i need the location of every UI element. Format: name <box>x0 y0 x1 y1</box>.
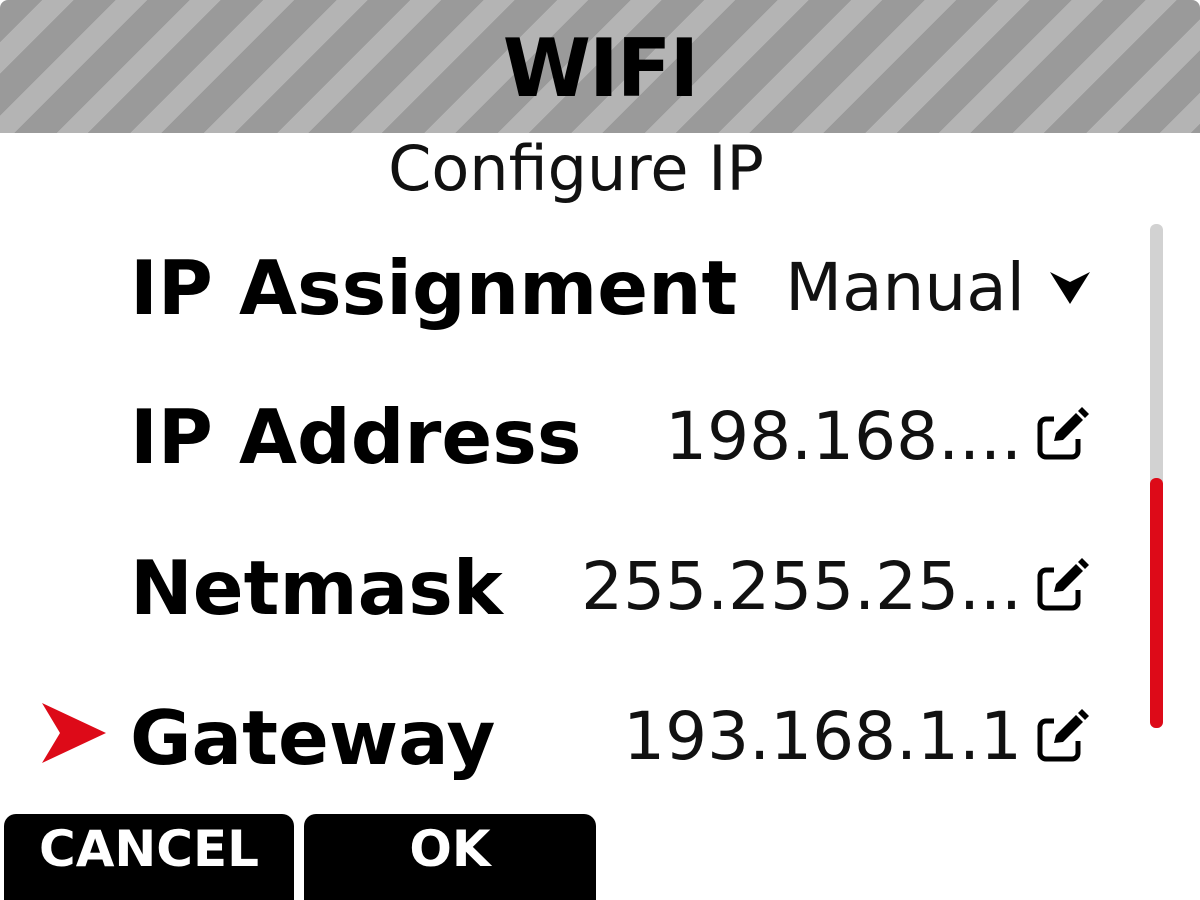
selection-pointer-icon <box>42 703 106 763</box>
wifi-configure-ip-screen: WIFI Configure IP IP Assignment Manual I… <box>0 0 1200 900</box>
gateway-value: 193.168.1.1 <box>623 698 1022 775</box>
edit-icon[interactable] <box>1036 407 1090 461</box>
page-title: WIFI <box>502 21 699 115</box>
chevron-down-icon[interactable] <box>1048 268 1092 306</box>
scrollbar-thumb[interactable] <box>1150 478 1163 728</box>
scrollbar-track[interactable] <box>1150 224 1163 728</box>
ip-address-value: 198.168.... <box>665 398 1022 475</box>
ip-address-row[interactable]: IP Address 198.168.... <box>0 373 1110 493</box>
ip-address-label: IP Address <box>130 393 582 481</box>
ip-assignment-value[interactable]: Manual <box>785 255 1025 321</box>
netmask-label: Netmask <box>130 544 503 632</box>
title-bar: WIFI <box>0 0 1200 133</box>
netmask-value: 255.255.25... <box>581 548 1022 625</box>
section-subtitle: Configure IP <box>388 132 764 205</box>
cancel-button[interactable]: CANCEL <box>4 814 294 900</box>
edit-icon[interactable] <box>1036 709 1090 763</box>
ok-button[interactable]: OK <box>304 814 596 900</box>
edit-icon[interactable] <box>1036 558 1090 612</box>
gateway-row[interactable]: Gateway 193.168.1.1 <box>0 673 1110 793</box>
ip-assignment-label: IP Assignment <box>130 244 738 332</box>
netmask-row[interactable]: Netmask 255.255.25... <box>0 523 1110 643</box>
gateway-label: Gateway <box>130 694 496 782</box>
ip-assignment-row[interactable]: IP Assignment Manual <box>0 222 1110 342</box>
